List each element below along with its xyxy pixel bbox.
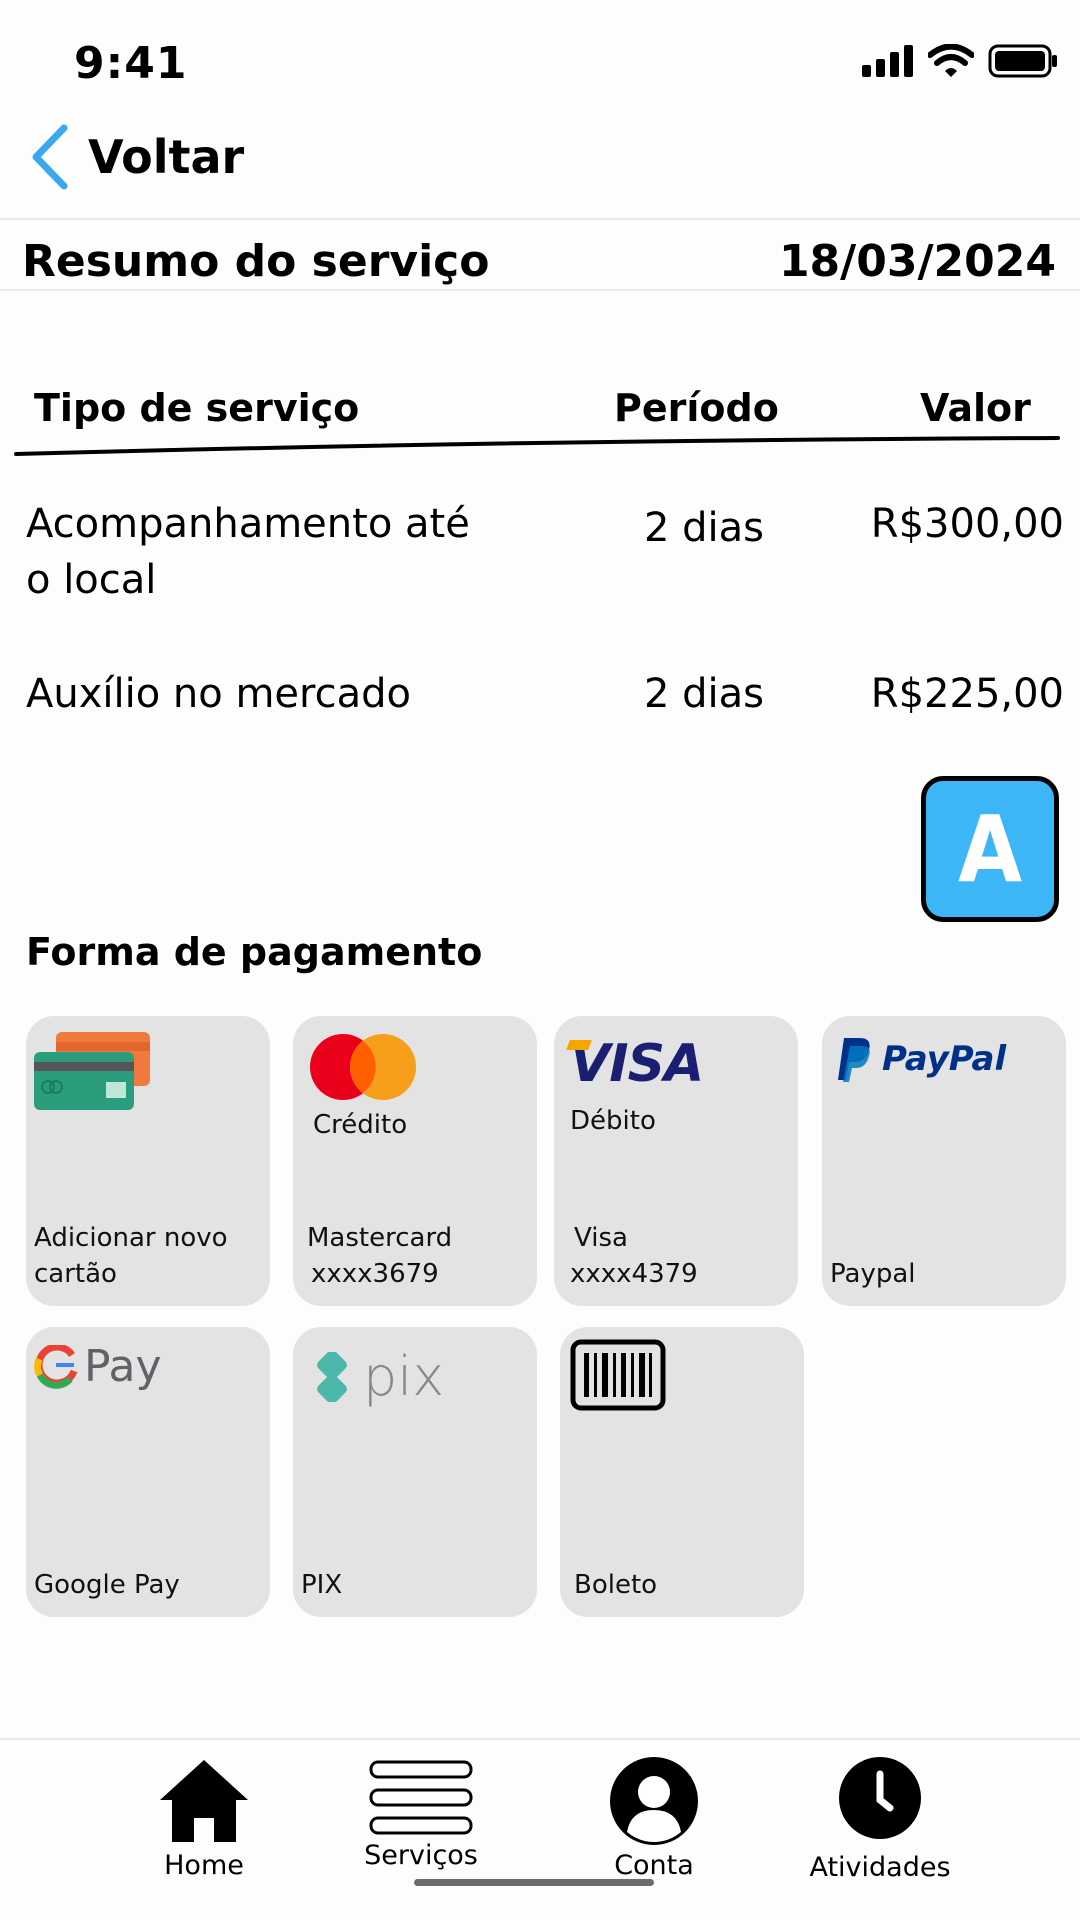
- paypal-icon: PayPal: [836, 1036, 1006, 1082]
- header-value: Valor: [920, 386, 1031, 430]
- accessibility-badge[interactable]: A: [921, 776, 1059, 922]
- mastercard-type: Crédito: [313, 1110, 408, 1140]
- back-button[interactable]: Voltar: [30, 124, 244, 190]
- nav-label: Home: [164, 1850, 244, 1881]
- payment-title: Forma de pagamento: [26, 930, 483, 974]
- row2-service: Auxílio no mercado: [26, 671, 411, 717]
- payment-option-label: Paypal: [830, 1259, 916, 1289]
- row2-value: R$225,00: [870, 671, 1064, 717]
- clock-icon: [839, 1757, 921, 1839]
- credit-cards-icon: [34, 1032, 150, 1110]
- payment-option-label: Mastercard xxxx3679: [307, 1223, 453, 1289]
- home-icon: [160, 1760, 248, 1842]
- payment-option-visa[interactable]: VISA Débito Visa xxxx4379: [554, 1016, 798, 1306]
- payment-option-paypal[interactable]: PayPal Paypal: [822, 1016, 1066, 1306]
- summary-divider: [0, 289, 1080, 291]
- signal-icon: [862, 45, 913, 77]
- menu-icon: [369, 1760, 473, 1835]
- nav-services[interactable]: Serviços: [321, 1756, 521, 1871]
- header-period: Período: [614, 386, 779, 430]
- payment-option-boleto[interactable]: Boleto: [560, 1327, 804, 1617]
- payment-option-pix[interactable]: pix PIX: [293, 1327, 537, 1617]
- status-time: 9:41: [74, 38, 188, 89]
- nav-label: Serviços: [364, 1840, 478, 1871]
- barcode-icon: [570, 1339, 666, 1411]
- payment-option-mastercard[interactable]: Crédito Mastercard xxxx3679: [293, 1016, 537, 1306]
- nav-account[interactable]: Conta: [554, 1756, 754, 1881]
- row2-period: 2 dias: [644, 671, 765, 717]
- row1-period: 2 dias: [644, 505, 765, 551]
- row1-service: Acompanhamento até o local: [26, 496, 470, 608]
- header-service: Tipo de serviço: [34, 386, 360, 430]
- row1-service-line2: o local: [26, 557, 157, 603]
- chevron-left-icon: [32, 124, 68, 190]
- nav-home[interactable]: Home: [104, 1756, 304, 1881]
- nav-divider: [0, 1738, 1080, 1740]
- battery-icon: [988, 44, 1057, 78]
- nav-label: Atividades: [809, 1852, 951, 1883]
- payment-option-google-pay[interactable]: Pay Google Pay: [26, 1327, 270, 1617]
- pix-icon: pix: [307, 1345, 444, 1408]
- mastercard-icon: [310, 1034, 416, 1100]
- summary-title: Resumo do serviço: [22, 236, 490, 287]
- summary-date: 18/03/2024: [778, 236, 1056, 287]
- payment-option-label: PIX: [301, 1570, 343, 1600]
- payment-option-label: Visa xxxx4379: [570, 1223, 698, 1289]
- row1-service-line1: Acompanhamento até: [26, 501, 470, 547]
- visa-type: Débito: [570, 1106, 656, 1136]
- payment-option-add-card[interactable]: Adicionar novo cartão: [26, 1016, 270, 1306]
- user-icon: [610, 1757, 698, 1845]
- visa-accent: [566, 1040, 592, 1050]
- home-indicator[interactable]: [414, 1879, 654, 1886]
- payment-option-label: Boleto: [574, 1570, 658, 1600]
- header-divider: [0, 218, 1080, 220]
- google-pay-icon: Pay: [34, 1341, 162, 1392]
- status-icons: [862, 44, 1058, 78]
- wifi-icon: [928, 44, 974, 77]
- table-header-underline: [14, 436, 1060, 456]
- nav-activities[interactable]: Atividades: [780, 1756, 980, 1883]
- payment-option-label: Google Pay: [34, 1570, 180, 1600]
- back-label: Voltar: [88, 130, 245, 184]
- payment-option-label: Adicionar novo cartão: [34, 1223, 228, 1289]
- nav-label: Conta: [614, 1850, 694, 1881]
- row1-value: R$300,00: [870, 501, 1064, 547]
